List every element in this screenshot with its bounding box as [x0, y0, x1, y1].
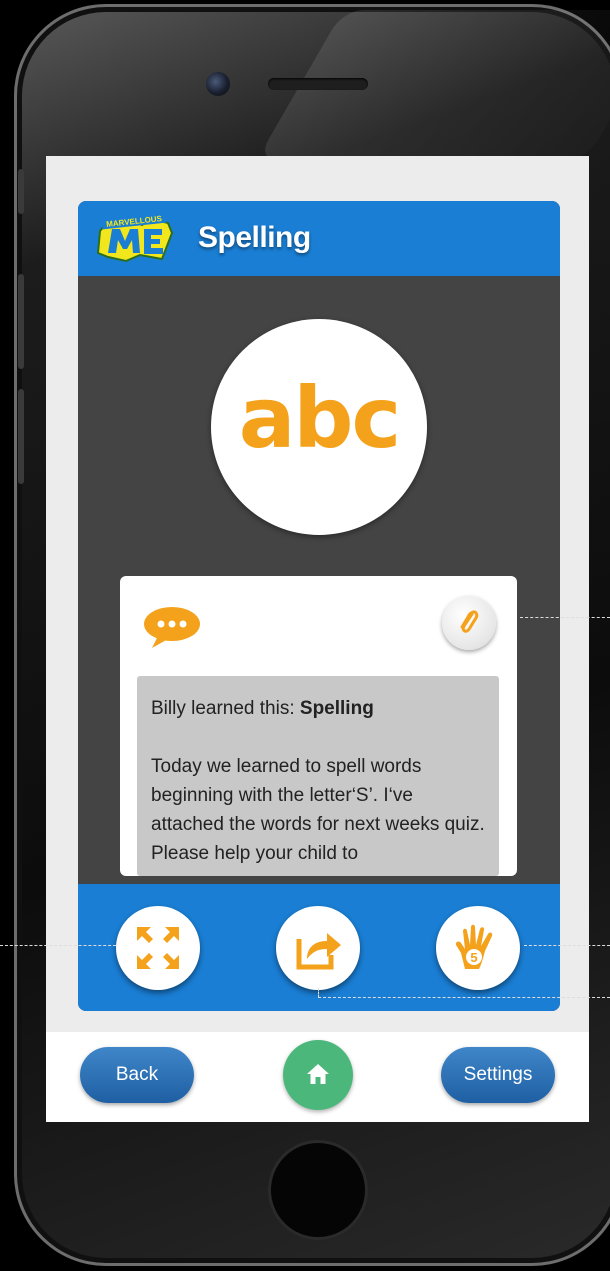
attachment-button[interactable] — [442, 596, 496, 650]
learned-topic: Spelling — [299, 698, 374, 719]
subject-badge-text: abc — [238, 369, 402, 467]
paperclip-icon — [460, 610, 479, 633]
app-screen: MARVELLOUS Spelling abc Billy learned th… — [46, 156, 589, 1122]
mute-switch — [18, 169, 24, 214]
card-header: MARVELLOUS Spelling — [78, 201, 560, 276]
home-icon — [307, 1064, 329, 1084]
note-message-box: Billy learned this: Spelling Today we le… — [137, 676, 499, 876]
moment-card: MARVELLOUS Spelling abc Billy learned th… — [78, 201, 560, 1011]
marvellous-me-logo: MARVELLOUS — [96, 213, 174, 263]
learned-line: Billy learned this: Spelling — [151, 694, 485, 723]
front-camera — [206, 72, 230, 96]
callout-line-expand — [0, 945, 116, 946]
callout-line-share — [318, 997, 610, 998]
high-five-button[interactable]: 5 — [436, 906, 520, 990]
callout-line-high-five — [524, 945, 610, 946]
settings-button[interactable]: Settings — [441, 1047, 555, 1103]
back-button[interactable]: Back — [80, 1047, 194, 1103]
volume-down-button — [18, 389, 24, 484]
share-button[interactable] — [276, 906, 360, 990]
high-five-icon: 5 — [455, 924, 493, 969]
note-panel: Billy learned this: Spelling Today we le… — [120, 576, 517, 876]
expand-button[interactable] — [116, 906, 200, 990]
callout-line-attachment — [520, 617, 610, 618]
page-title: Spelling — [198, 221, 311, 254]
volume-up-button — [18, 274, 24, 369]
high-five-count: 5 — [470, 950, 477, 965]
learned-prefix: Billy learned this: — [151, 698, 300, 719]
earpiece-speaker — [268, 78, 368, 90]
bottom-nav: Back Settings — [46, 1032, 589, 1122]
speech-bubble-icon[interactable] — [142, 606, 200, 648]
hardware-home-button[interactable] — [268, 1140, 368, 1240]
subject-badge: abc — [211, 319, 427, 535]
home-button[interactable] — [283, 1040, 353, 1110]
expand-icon — [137, 927, 179, 969]
share-icon — [296, 933, 341, 970]
note-message: Today we learned to spell words beginnin… — [151, 756, 485, 864]
